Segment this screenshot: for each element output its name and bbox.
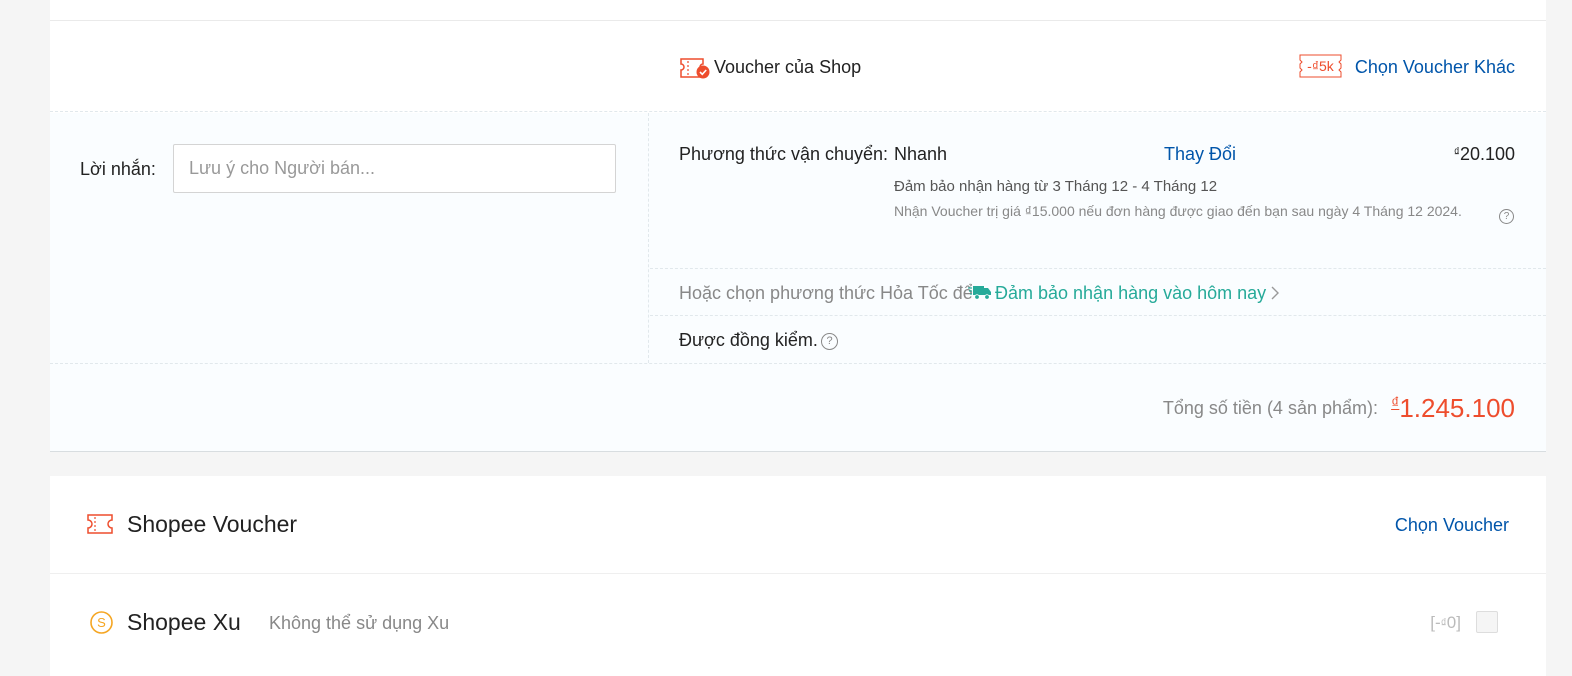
order-details-area: Lời nhắn: Phương thức vận chuyển: Nhanh … [50,113,1546,452]
shopee-voucher-row: Shopee Voucher Chọn Voucher [50,476,1546,574]
shipping-method-block: Phương thức vận chuyển: Nhanh Thay Đổi ₫… [650,113,1546,269]
shop-order-panel: Voucher của Shop -₫5k Chọn Voucher Khác … [50,0,1546,452]
shop-voucher-label: Voucher của Shop [714,57,862,77]
late-delivery-voucher-note: Nhận Voucher trị giá ₫15.000 nếu đơn hàn… [894,203,1462,219]
message-column: Lời nhắn: [50,113,649,363]
delivery-guarantee-text: Đảm bảo nhận hàng từ 3 Tháng 12 - 4 Thán… [894,178,1218,195]
cod-inspection-text: Được đồng kiểm. [679,330,818,350]
choose-voucher-link[interactable]: Chọn Voucher [1395,514,1509,536]
order-total-label: Tổng số tiền (4 sản phẩm): [1162,398,1378,418]
xu-discount-amount: [-₫0] [1430,612,1461,634]
express-truck-icon [968,286,991,300]
shopee-voucher-label: Shopee Voucher [127,511,298,537]
shop-voucher-row: Voucher của Shop -₫5k Chọn Voucher Khác [50,21,1546,112]
shipping-method-name: Nhanh [894,144,948,164]
discount-tag-text: -₫5k [1307,58,1334,74]
change-shipping-link[interactable]: Thay Đổi [1164,143,1236,165]
shipping-method-label: Phương thức vận chuyển: [679,144,889,164]
shopee-coin-icon: S [90,611,113,634]
xu-amount-value: 0 [1446,613,1457,632]
xu-unavailable-note: Không thể sử dụng Xu [269,613,450,633]
chevron-right-icon [1271,286,1279,300]
shopee-xu-label: Shopee Xu [127,609,241,635]
express-shipping-row[interactable]: Hoặc chọn phương thức Hỏa Tốc để Đảm bảo… [650,269,1546,316]
choose-other-voucher-link[interactable]: Chọn Voucher Khác [1355,56,1515,78]
shopee-voucher-ticket-icon [87,514,113,534]
message-label: Lời nhắn: [80,159,156,179]
xu-amount-prefix: [- [1430,613,1441,632]
xu-amount-suffix: ] [1456,613,1461,632]
help-question-icon[interactable]: ? [821,333,838,350]
shop-voucher-discount-tag: -₫5k [1299,54,1342,78]
shipping-currency: ₫ [1453,145,1460,159]
svg-text:S: S [97,615,106,630]
express-option-text: Hoặc chọn phương thức Hỏa Tốc để [679,283,973,303]
use-xu-checkbox[interactable] [1476,611,1498,633]
order-total-row: Tổng số tiền (4 sản phẩm): ₫1.245.100 [50,363,1546,452]
order-total-value: ₫1.245.100 [1391,392,1515,424]
total-currency: ₫ [1391,395,1400,412]
shipping-price: ₫20.100 [1454,143,1515,165]
panel-top-divider [50,0,1546,21]
shopee-xu-row: S Shopee Xu Không thể sử dụng Xu [-₫0] [50,574,1546,672]
shipping-price-value: 20.100 [1459,144,1515,164]
help-question-icon[interactable]: ? [1499,209,1514,224]
message-to-seller-input[interactable] [173,144,616,193]
shop-voucher-ticket-icon [680,58,710,79]
total-amount: 1.245.100 [1399,393,1515,423]
same-day-delivery-link[interactable]: Đảm bảo nhận hàng vào hôm nay [995,282,1266,304]
cod-inspection-row: Được đồng kiểm. ? [650,316,1546,363]
platform-voucher-panel: Shopee Voucher Chọn Voucher S Shopee Xu … [50,476,1546,676]
